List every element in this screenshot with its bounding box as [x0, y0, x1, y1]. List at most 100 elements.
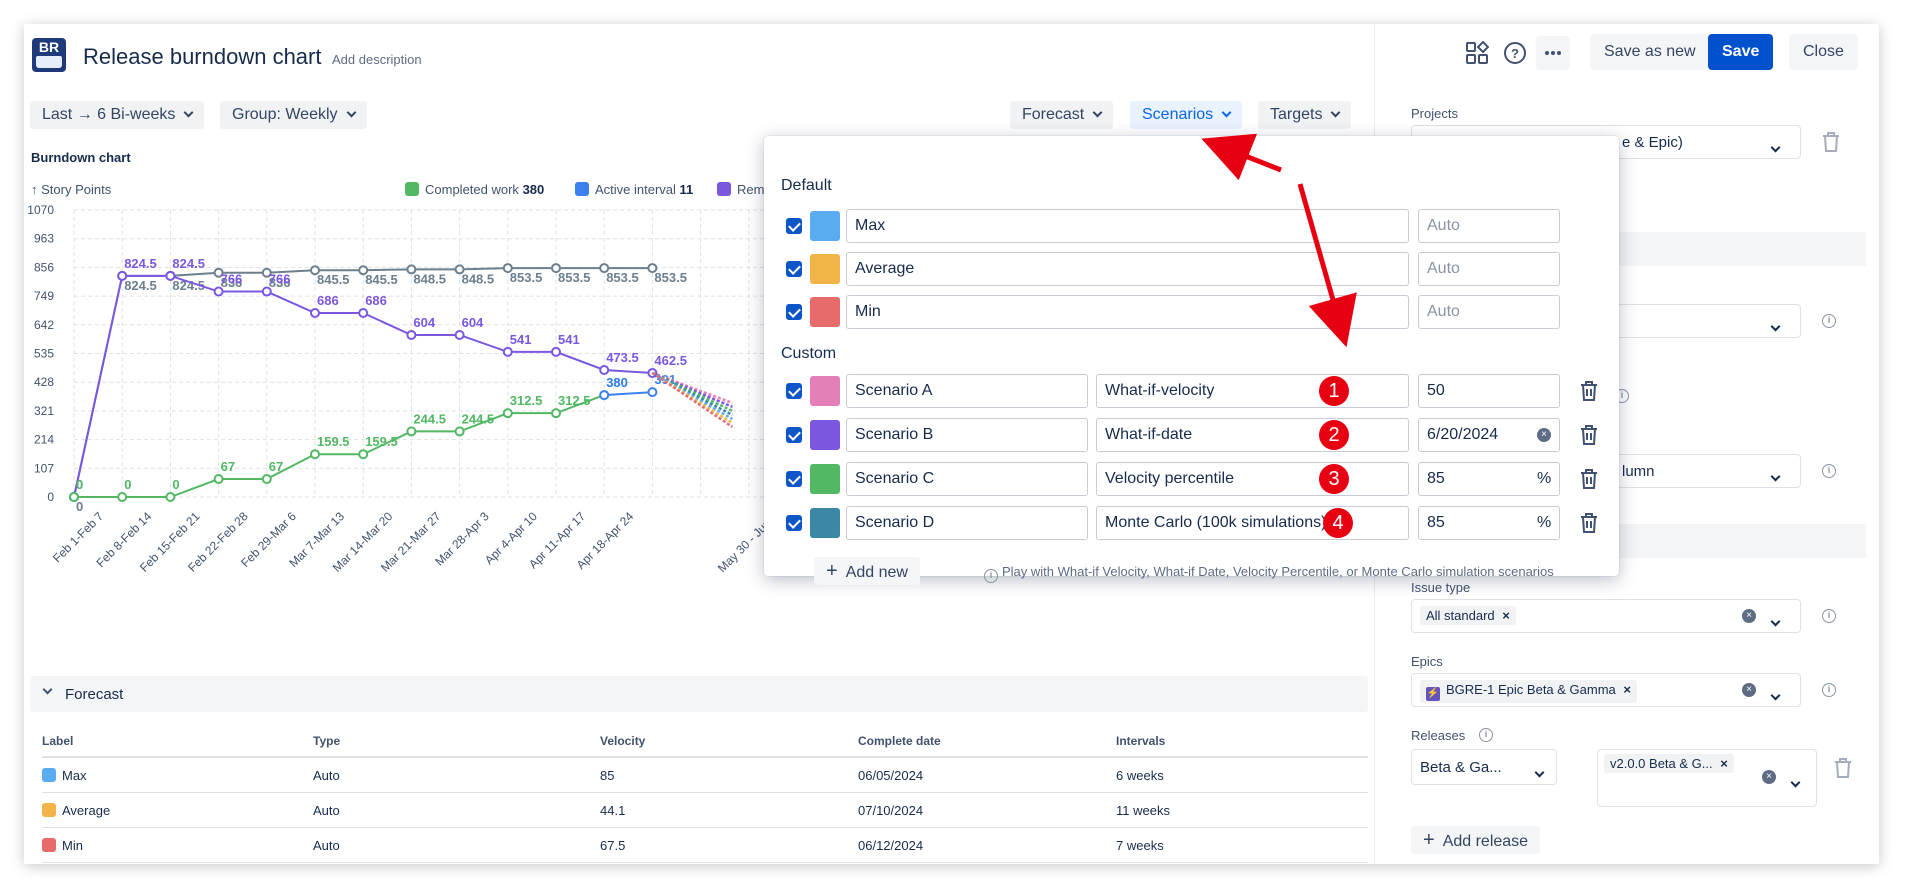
scenario-d-color[interactable] — [810, 508, 840, 538]
default-min-color[interactable] — [810, 297, 840, 327]
y-tick-label: 214 — [34, 433, 54, 447]
row-velocity: 85 — [600, 768, 615, 783]
default-min-name-input[interactable]: Min — [846, 295, 1409, 329]
range-dropdown[interactable]: Last → 6 Bi-weeks — [30, 101, 205, 129]
release-select[interactable]: Beta & Ga... — [1411, 749, 1557, 785]
scenario-b-type-select[interactable]: What-if-date 2 — [1096, 418, 1409, 452]
default-max-color[interactable] — [810, 211, 840, 241]
add-new-scenario-button[interactable]: + Add new — [814, 557, 920, 585]
epics-label: Epics — [1411, 654, 1443, 669]
scenario-c-checkbox[interactable] — [786, 471, 802, 487]
scenario-b-color[interactable] — [810, 420, 840, 450]
row-velocity: 44.1 — [600, 803, 626, 818]
data-label: 604 — [413, 315, 435, 330]
chevron-down-icon — [1770, 321, 1781, 332]
scenario-d-type-select[interactable]: Monte Carlo (100k simulations) 4 — [1096, 506, 1409, 540]
row-date: 07/10/2024 — [858, 803, 924, 818]
scenarios-dropdown[interactable]: Scenarios — [1130, 101, 1243, 129]
data-point — [165, 492, 176, 502]
add-release-button[interactable]: + Add release — [1411, 826, 1541, 854]
epics-select[interactable]: ⚡ BGRE-1 Epic Beta & Gamma × × — [1411, 673, 1801, 707]
scenario-a-value-input[interactable]: 50 — [1418, 374, 1560, 408]
y-tick-label: 749 — [34, 289, 54, 303]
y-tick-label: 107 — [34, 461, 54, 475]
clear-icon[interactable]: × — [1762, 770, 1776, 784]
data-point — [502, 408, 513, 419]
forecast-section-title: Forecast — [65, 686, 124, 703]
page-title: Release burndown chart — [83, 44, 322, 69]
percent-suffix: % — [1537, 514, 1552, 531]
data-label: 380 — [606, 375, 628, 390]
default-max-checkbox[interactable] — [786, 218, 802, 234]
targets-label: Targets — [1270, 106, 1323, 123]
delete-scenario-c-button[interactable] — [1574, 464, 1604, 494]
forecast-section-header[interactable]: Forecast — [30, 676, 1368, 712]
default-average-checkbox[interactable] — [786, 261, 802, 277]
data-label: 0 — [76, 477, 83, 492]
release-versions-select[interactable]: v2.0.0 Beta & G... × × — [1597, 749, 1817, 807]
data-label: 0 — [124, 477, 131, 492]
scenario-b-checkbox[interactable] — [786, 427, 802, 443]
scenario-a-color[interactable] — [810, 376, 840, 406]
column-header: Intervals — [1116, 734, 1166, 748]
clear-icon[interactable]: × — [1537, 428, 1551, 442]
scenario-a-name-input[interactable]: Scenario A — [846, 374, 1088, 408]
data-label: 853.5 — [558, 270, 591, 285]
table-row[interactable]: Min Auto 67.5 06/12/2024 7 weeks — [42, 829, 1368, 863]
delete-scenario-a-button[interactable] — [1574, 376, 1604, 406]
scenario-d-checkbox[interactable] — [786, 515, 802, 531]
forecast-dropdown[interactable]: Forecast — [1010, 101, 1114, 129]
column-header: Type — [313, 734, 341, 748]
scenario-b-name-input[interactable]: Scenario B — [846, 418, 1088, 452]
scenario-a-checkbox[interactable] — [786, 383, 802, 399]
remove-chip-icon[interactable]: × — [1720, 756, 1728, 771]
row-type: Auto — [313, 803, 340, 818]
issue-type-select[interactable]: All standard × × — [1411, 599, 1801, 633]
default-average-name-input[interactable]: Average — [846, 252, 1409, 286]
data-point — [69, 492, 79, 502]
legend-item-active[interactable]: Active interval 11 — [575, 182, 693, 197]
scenario-c-color[interactable] — [810, 464, 840, 494]
delete-release-button[interactable] — [1828, 753, 1858, 783]
legend-item-completed[interactable]: Completed work 380 — [405, 182, 544, 197]
scenario-c-name-input[interactable]: Scenario C — [846, 462, 1088, 496]
scenario-d-name-input[interactable]: Scenario D — [846, 506, 1088, 540]
legend-item-remaining[interactable]: Rem — [717, 182, 764, 197]
scenario-c-type-select[interactable]: Velocity percentile 3 — [1096, 462, 1409, 496]
delete-scenario-b-button[interactable] — [1574, 420, 1604, 450]
default-average-color[interactable] — [810, 254, 840, 284]
table-row[interactable]: Max Auto 85 06/05/2024 6 weeks — [42, 759, 1368, 793]
scenario-a-type-select[interactable]: What-if-velocity 1 — [1096, 374, 1409, 408]
data-point — [454, 426, 465, 437]
row-intervals: 6 weeks — [1116, 768, 1164, 783]
releases-label: Releases — [1411, 728, 1466, 743]
default-min-value-input[interactable]: Auto — [1418, 295, 1560, 329]
default-average-value-input[interactable]: Auto — [1418, 252, 1560, 286]
scenarios-hint: i Play with What-if Velocity, What-if Dat… — [984, 564, 1554, 583]
group-dropdown[interactable]: Group: Weekly — [220, 101, 367, 129]
table-row[interactable]: Average Auto 44.1 07/10/2024 11 weeks — [42, 794, 1368, 828]
add-description-link[interactable]: Add description — [332, 52, 422, 67]
data-label: 244.5 — [413, 411, 446, 426]
remove-chip-icon[interactable]: × — [1623, 682, 1631, 697]
default-min-checkbox[interactable] — [786, 304, 802, 320]
scenario-c-value-input[interactable]: 85 % — [1418, 462, 1560, 496]
data-label: 845.5 — [317, 272, 350, 287]
remove-chip-icon[interactable]: × — [1502, 608, 1510, 623]
release-chip: v2.0.0 Beta & G... × — [1604, 754, 1734, 773]
delete-scenario-d-button[interactable] — [1574, 508, 1604, 538]
targets-dropdown[interactable]: Targets — [1258, 101, 1352, 129]
scenario-b-date-input[interactable]: 6/20/2024 × — [1418, 418, 1560, 452]
data-label: 824.5 — [124, 256, 157, 271]
data-point — [647, 387, 658, 398]
data-label: 244.5 — [462, 411, 495, 426]
scenario-d-value-input[interactable]: 85 % — [1418, 506, 1560, 540]
clear-icon[interactable]: × — [1742, 683, 1756, 697]
delete-project-button[interactable] — [1816, 127, 1846, 157]
default-max-name-input[interactable]: Max — [846, 209, 1409, 243]
default-max-value-input[interactable]: Auto — [1418, 209, 1560, 243]
y-axis-label: ↑ Story Points — [31, 182, 112, 197]
clear-icon[interactable]: × — [1742, 609, 1756, 623]
chip-text: BGRE-1 Epic Beta & Gamma — [1446, 682, 1616, 697]
data-label: 312.5 — [558, 393, 591, 408]
